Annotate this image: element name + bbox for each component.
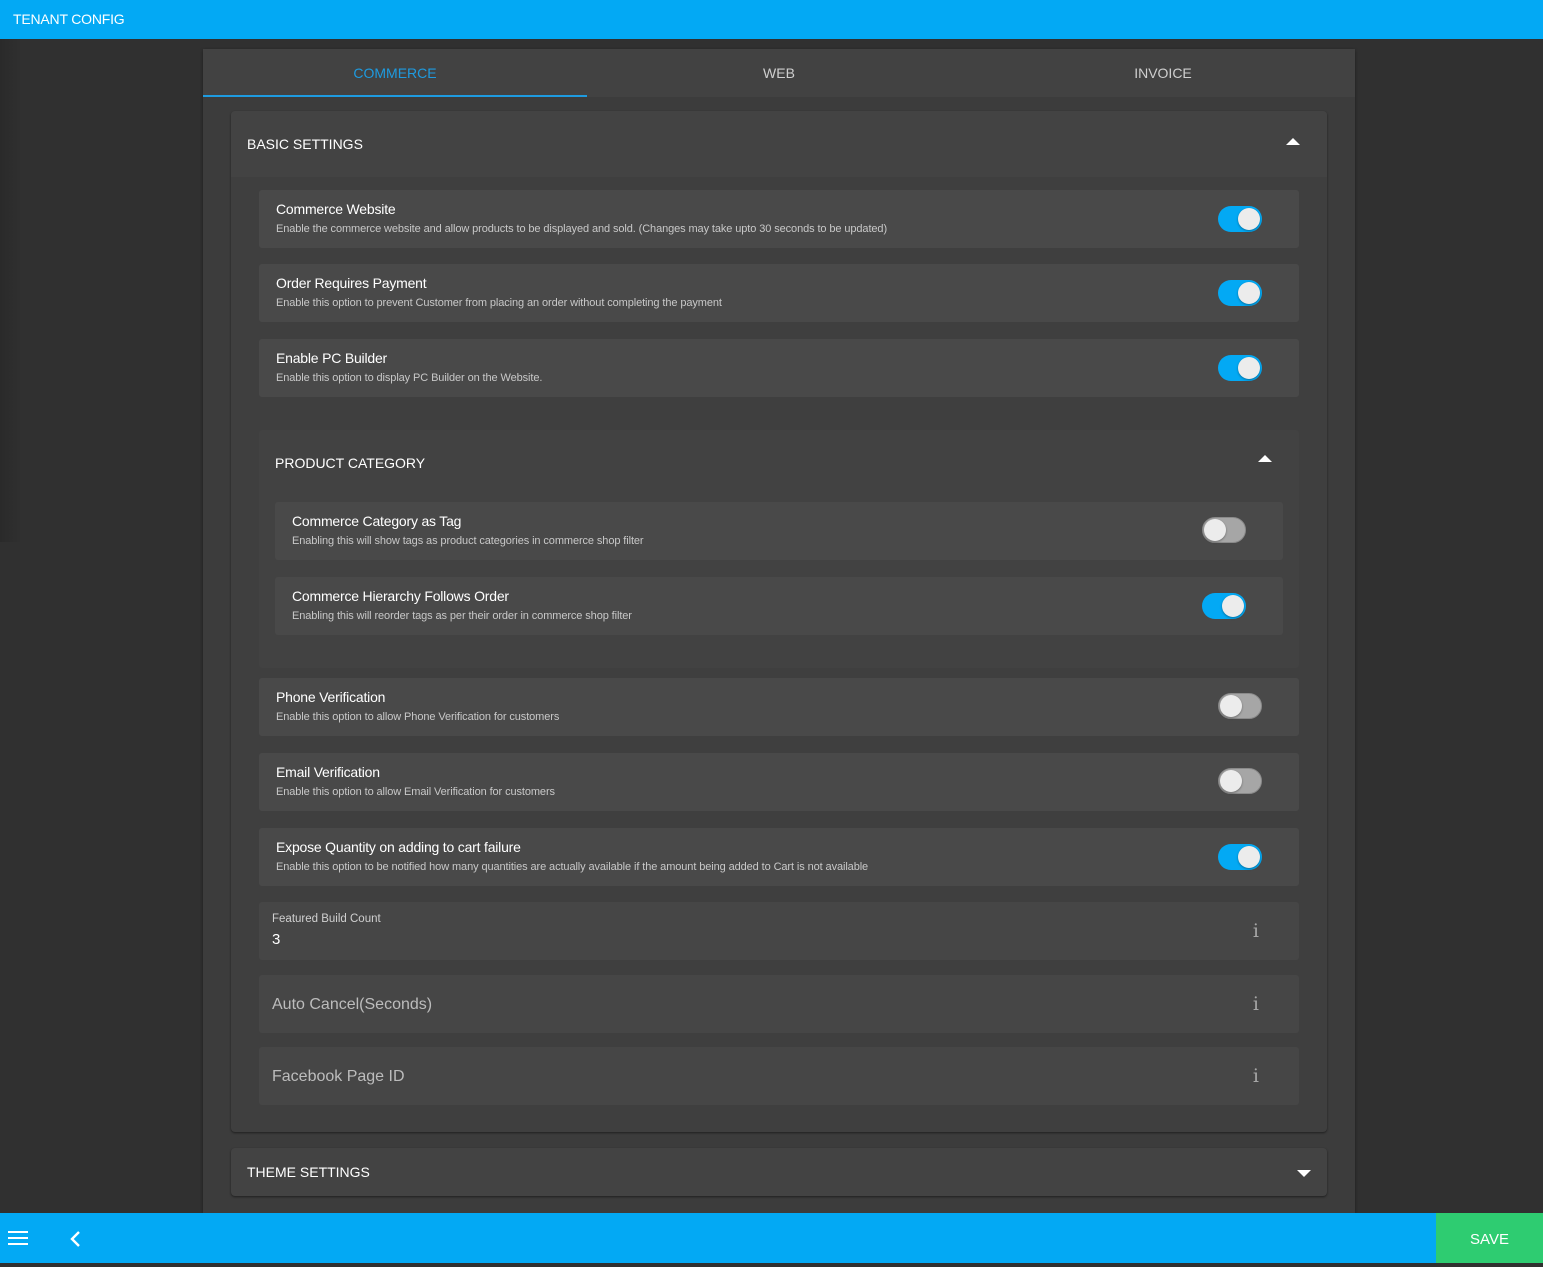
app-title: TENANT CONFIG — [13, 11, 125, 27]
setting-description: Enable this option to display PC Builder… — [276, 372, 543, 384]
setting-row-expose-quantity: Expose Quantity on adding to cart failur… — [259, 828, 1299, 886]
setting-row-email-verification: Email Verification Enable this option to… — [259, 753, 1299, 811]
drawer-edge-shadow — [0, 39, 22, 542]
toggle-knob — [1238, 282, 1260, 304]
order-requires-payment-toggle[interactable] — [1218, 280, 1262, 306]
bottom-bar: SAVE — [0, 1213, 1543, 1263]
setting-description: Enable this option to be notified how ma… — [276, 861, 869, 873]
product-category-panel: PRODUCT CATEGORY Commerce Category as Ta… — [259, 430, 1299, 668]
setting-description: Enable this option to allow Phone Verifi… — [276, 711, 560, 723]
setting-label: Phone Verification — [276, 689, 386, 705]
setting-label: Email Verification — [276, 764, 380, 780]
setting-label: Expose Quantity on adding to cart failur… — [276, 839, 521, 855]
setting-row-hierarchy-follows-order: Commerce Hierarchy Follows Order Enablin… — [275, 577, 1283, 635]
expose-quantity-toggle[interactable] — [1218, 844, 1262, 870]
setting-row-phone-verification: Phone Verification Enable this option to… — [259, 678, 1299, 736]
collapse-caret-icon[interactable] — [1286, 138, 1300, 145]
hierarchy-follows-order-toggle[interactable] — [1202, 593, 1246, 619]
field-label: Featured Build Count — [272, 913, 381, 925]
basic-settings-header[interactable]: BASIC SETTINGS — [231, 111, 1327, 177]
toggle-knob — [1238, 208, 1260, 230]
toggle-knob — [1204, 519, 1226, 541]
toggle-knob — [1220, 770, 1242, 792]
product-category-header[interactable]: PRODUCT CATEGORY — [259, 430, 1299, 494]
field-value[interactable]: 3 — [272, 931, 280, 948]
setting-description: Enable this option to allow Email Verifi… — [276, 786, 555, 798]
setting-row-enable-pc-builder: Enable PC Builder Enable this option to … — [259, 339, 1299, 397]
basic-settings-panel: BASIC SETTINGS Commerce Website Enable t… — [231, 111, 1327, 1132]
info-icon[interactable]: i — [1253, 1065, 1259, 1087]
field-label: Facebook Page ID — [272, 1068, 405, 1085]
setting-label: Enable PC Builder — [276, 350, 387, 366]
toggle-knob — [1222, 595, 1244, 617]
setting-description: Enable this option to prevent Customer f… — [276, 297, 722, 309]
expand-caret-icon[interactable] — [1297, 1170, 1311, 1177]
theme-settings-panel[interactable]: THEME SETTINGS — [231, 1148, 1327, 1196]
setting-description: Enabling this will show tags as product … — [292, 535, 644, 547]
setting-label: Order Requires Payment — [276, 275, 427, 291]
info-icon[interactable]: i — [1253, 920, 1259, 942]
category-as-tag-toggle[interactable] — [1202, 517, 1246, 543]
toggle-knob — [1220, 695, 1242, 717]
collapse-caret-icon[interactable] — [1258, 455, 1272, 462]
phone-verification-toggle[interactable] — [1218, 693, 1262, 719]
setting-description: Enabling this will reorder tags as per t… — [292, 610, 632, 622]
auto-cancel-seconds-field[interactable]: Auto Cancel(Seconds) i — [259, 975, 1299, 1033]
facebook-page-id-field[interactable]: Facebook Page ID i — [259, 1047, 1299, 1105]
toggle-knob — [1238, 846, 1260, 868]
setting-description: Enable the commerce website and allow pr… — [276, 223, 888, 235]
commerce-website-toggle[interactable] — [1218, 206, 1262, 232]
field-label: Auto Cancel(Seconds) — [272, 996, 433, 1013]
config-card: COMMERCE WEB INVOICE BASIC SETTINGS Comm… — [203, 49, 1355, 1213]
info-icon[interactable]: i — [1253, 993, 1259, 1015]
setting-label: Commerce Hierarchy Follows Order — [292, 588, 509, 604]
basic-settings-title: BASIC SETTINGS — [247, 136, 363, 152]
enable-pc-builder-toggle[interactable] — [1218, 355, 1262, 381]
hamburger-menu-icon[interactable] — [8, 1231, 28, 1247]
toggle-knob — [1238, 357, 1260, 379]
product-category-title: PRODUCT CATEGORY — [275, 455, 426, 471]
setting-row-category-as-tag: Commerce Category as Tag Enabling this w… — [275, 502, 1283, 560]
setting-row-order-requires-payment: Order Requires Payment Enable this optio… — [259, 264, 1299, 322]
tab-invoice[interactable]: INVOICE — [971, 49, 1355, 97]
tab-web[interactable]: WEB — [587, 49, 971, 97]
setting-label: Commerce Website — [276, 201, 396, 217]
featured-build-count-field[interactable]: Featured Build Count 3 i — [259, 902, 1299, 960]
setting-row-commerce-website: Commerce Website Enable the commerce web… — [259, 190, 1299, 248]
email-verification-toggle[interactable] — [1218, 768, 1262, 794]
tab-bar: COMMERCE WEB INVOICE — [203, 49, 1355, 97]
app-header: TENANT CONFIG — [0, 0, 1543, 39]
theme-settings-title: THEME SETTINGS — [247, 1164, 370, 1180]
save-button[interactable]: SAVE — [1436, 1213, 1543, 1263]
setting-label: Commerce Category as Tag — [292, 513, 462, 529]
chevron-left-icon[interactable] — [68, 1229, 84, 1249]
tab-commerce[interactable]: COMMERCE — [203, 49, 587, 97]
